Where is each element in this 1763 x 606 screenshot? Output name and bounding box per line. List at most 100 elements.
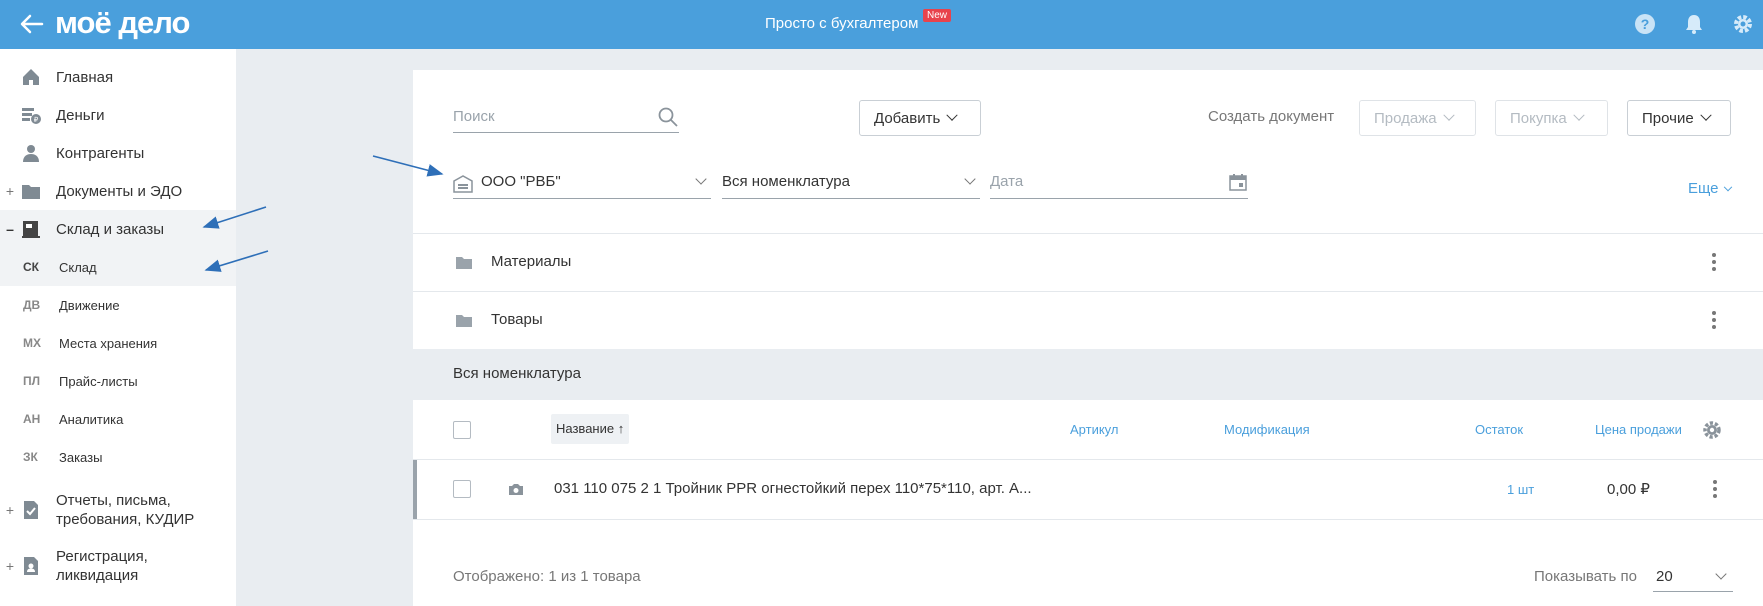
registration-icon	[24, 557, 38, 575]
chevron-down-icon	[964, 173, 976, 185]
date-placeholder: Дата	[990, 173, 1024, 190]
sale-button-label: Продажа	[1374, 109, 1437, 127]
home-icon	[23, 69, 39, 85]
expand-icon[interactable]: +	[5, 183, 15, 199]
search-placeholder: Поиск	[453, 108, 495, 125]
sidebar-item-contractors[interactable]: Контрагенты	[0, 134, 236, 172]
sidebar-item-label: Регистрация, ликвидация	[56, 547, 148, 585]
folder-label: Товары	[491, 311, 543, 328]
column-price-header[interactable]: Цена продажи	[1595, 422, 1682, 437]
add-button[interactable]: Добавить	[859, 100, 981, 136]
money-icon: ₽	[22, 108, 41, 124]
column-article-header[interactable]: Артикул	[1070, 422, 1118, 437]
subitem-abbr: СК	[23, 260, 39, 274]
page-size-value: 20	[1656, 568, 1673, 585]
label-line: ликвидация	[56, 567, 139, 584]
sidebar-item-label: Деньги	[56, 106, 105, 124]
sidebar-subitem-storage[interactable]: МХ Места хранения	[0, 324, 236, 362]
folder-row[interactable]: Товары	[413, 291, 1763, 349]
search-icon[interactable]	[657, 106, 679, 128]
svg-text:?: ?	[1641, 16, 1650, 32]
search-input[interactable]: Поиск	[453, 103, 679, 133]
settings-gear-icon[interactable]	[1731, 12, 1755, 36]
sidebar-subitem-movement[interactable]: ДВ Движение	[0, 286, 236, 324]
product-name[interactable]: 031 110 075 2 1 Тройник PPR огнестойкий …	[554, 480, 1032, 497]
warehouse-value: ООО "РВБ"	[481, 173, 561, 190]
chevron-down-icon	[1573, 109, 1585, 121]
folder-label: Материалы	[491, 253, 572, 270]
product-stock[interactable]: 1 шт	[1507, 482, 1534, 497]
page-size-label: Показывать по	[1534, 568, 1637, 585]
create-document-label: Создать документ	[1208, 108, 1335, 125]
camera-icon[interactable]	[508, 482, 524, 496]
row-menu-icon[interactable]	[1712, 311, 1716, 331]
calendar-icon[interactable]	[1228, 172, 1248, 192]
collapse-icon[interactable]: –	[5, 221, 15, 237]
chevron-down-icon	[946, 109, 958, 121]
table-row[interactable]: 031 110 075 2 1 Тройник PPR огнестойкий …	[413, 460, 1763, 520]
expand-icon[interactable]: +	[5, 558, 15, 574]
top-bar: моё дело Просто с бухгалтером New ?	[0, 0, 1763, 49]
row-menu-icon[interactable]	[1713, 480, 1717, 500]
add-button-label: Добавить	[874, 109, 941, 127]
sidebar-item-reports[interactable]: + Отчеты, письма, требования, КУДИР	[0, 486, 236, 534]
chevron-down-icon	[1442, 109, 1455, 121]
column-name-header[interactable]: Название ↑	[551, 414, 630, 444]
sidebar-item-registration[interactable]: + Регистрация, ликвидация	[0, 542, 236, 590]
subitem-label: Аналитика	[59, 411, 124, 427]
sidebar-item-money[interactable]: ₽ Деньги	[0, 96, 236, 134]
folder-row[interactable]: Материалы	[413, 233, 1763, 291]
subitem-label: Прайс-листы	[59, 373, 138, 389]
chevron-down-icon	[1700, 109, 1712, 121]
select-all-checkbox[interactable]	[453, 421, 471, 439]
plan-title[interactable]: Просто с бухгалтером	[765, 15, 918, 32]
subitem-label: Места хранения	[59, 335, 158, 351]
warehouse-select[interactable]: ООО "РВБ"	[453, 167, 711, 199]
column-stock-header[interactable]: Остаток	[1475, 422, 1523, 437]
main-panel: Поиск Добавить Создать документ Продажа …	[413, 70, 1763, 606]
sale-button[interactable]: Продажа	[1359, 100, 1476, 136]
sidebar-subitem-sklad[interactable]: СК Склад	[0, 248, 236, 286]
subitem-abbr: ДВ	[23, 298, 41, 312]
help-icon[interactable]: ?	[1633, 12, 1657, 36]
logo[interactable]: моё дело	[55, 5, 190, 41]
subitem-label: Заказы	[59, 449, 103, 465]
sidebar: Главная ₽ Деньги Контрагенты + Документы…	[0, 49, 236, 606]
sidebar-subitem-orders[interactable]: ЗК Заказы	[0, 438, 236, 476]
row-menu-icon[interactable]	[1712, 253, 1716, 273]
folder-icon	[456, 315, 472, 327]
label-line: требования, КУДИР	[56, 511, 195, 528]
nomenclature-value: Вся номенклатура	[722, 173, 850, 190]
column-modification-header[interactable]: Модификация	[1224, 422, 1310, 437]
label-line: Регистрация,	[56, 548, 148, 565]
other-button[interactable]: Прочие	[1627, 100, 1731, 136]
row-checkbox[interactable]	[453, 480, 471, 498]
subitem-abbr: МХ	[23, 336, 41, 350]
sidebar-subitem-pricelists[interactable]: ПЛ Прайс-листы	[0, 362, 236, 400]
purchase-button[interactable]: Покупка	[1495, 100, 1608, 136]
sidebar-item-warehouse[interactable]: – Склад и заказы	[0, 210, 236, 248]
nomenclature-select[interactable]: Вся номенклатура	[722, 167, 980, 199]
sidebar-item-documents[interactable]: + Документы и ЭДО	[0, 172, 236, 210]
bell-icon[interactable]	[1682, 12, 1706, 36]
more-filters-link[interactable]: Еще	[1688, 180, 1732, 197]
chevron-down-icon	[1723, 182, 1732, 192]
back-arrow-icon[interactable]	[18, 10, 46, 38]
subitem-abbr: ЗК	[23, 450, 38, 464]
page-size-select[interactable]: 20	[1653, 560, 1733, 592]
subitem-abbr: ПЛ	[23, 374, 41, 388]
expand-icon[interactable]: +	[5, 502, 15, 518]
purchase-button-label: Покупка	[1510, 109, 1567, 127]
report-icon	[24, 501, 38, 519]
sidebar-item-home[interactable]: Главная	[0, 58, 236, 96]
date-input[interactable]: Дата	[990, 167, 1248, 199]
new-badge: New	[923, 9, 952, 22]
sidebar-subitem-analytics[interactable]: АН Аналитика	[0, 400, 236, 438]
warehouse-building-icon	[453, 175, 473, 193]
product-price: 0,00 ₽	[1607, 481, 1650, 498]
folder-icon	[456, 257, 472, 269]
warehouse-icon	[22, 221, 40, 238]
sidebar-item-label: Документы и ЭДО	[56, 182, 183, 200]
chevron-down-icon	[695, 173, 707, 185]
table-settings-gear-icon[interactable]	[1701, 419, 1723, 441]
